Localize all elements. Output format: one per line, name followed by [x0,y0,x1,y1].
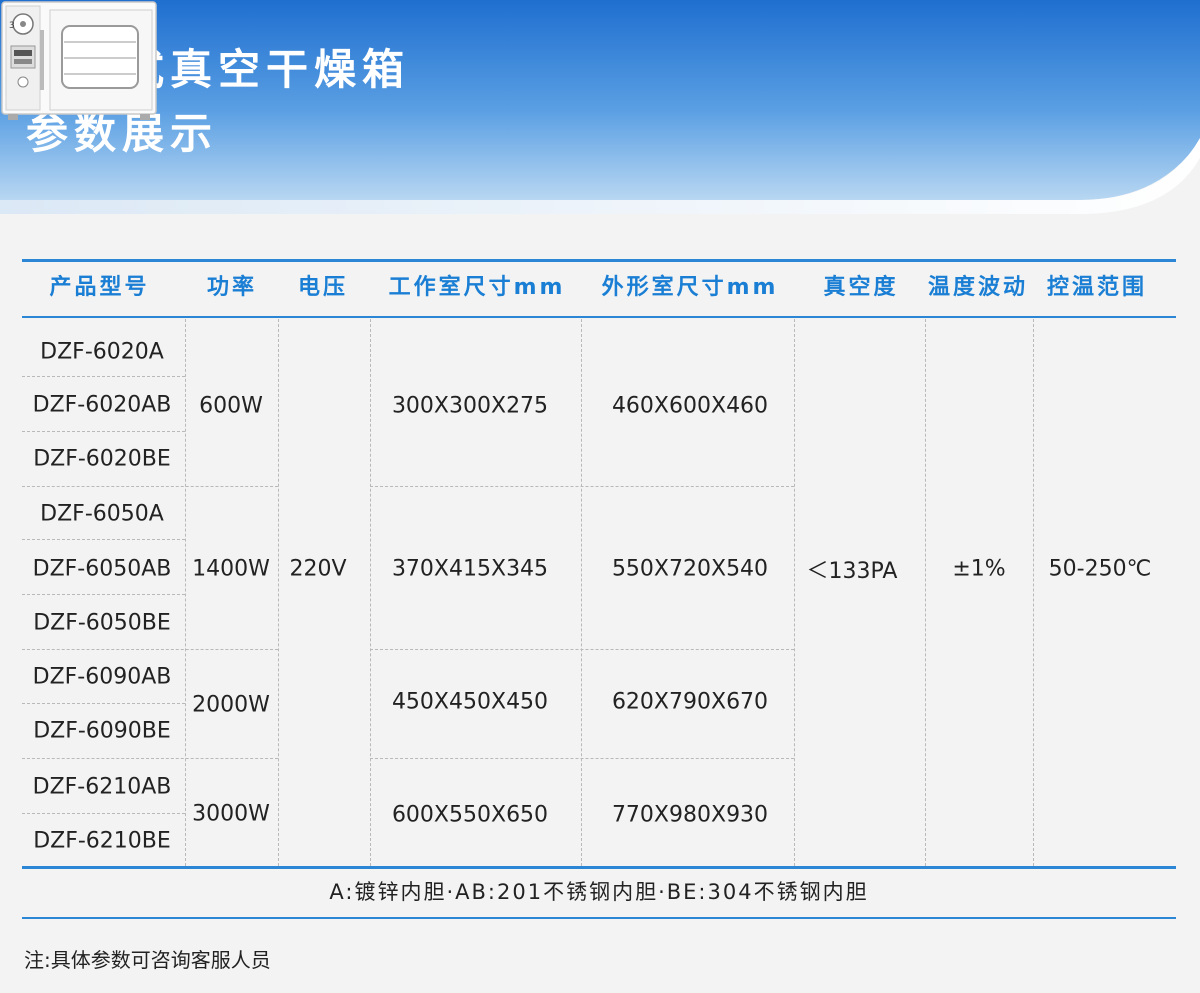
column-divider [278,319,279,866]
header-outer-size: 外形室尺寸mm [601,275,779,300]
header-voltage: 电压 [297,275,348,300]
header-model: 产品型号 [49,275,150,300]
column-divider [1033,319,1034,866]
legend-rule [22,917,1176,919]
row-divider [22,594,185,595]
model-cell: DZF-6210BE [33,828,171,854]
row-divider [22,703,185,704]
column-divider [581,319,582,866]
work-size-cell: 370X415X345 [391,556,549,582]
table-header-rule [22,316,1176,318]
svg-text:3: 3 [9,21,15,31]
power-cell: 600W [199,393,263,419]
row-divider [22,813,185,814]
work-size-cell: 450X450X450 [391,689,549,715]
header-temp-range: 控温范围 [1046,275,1147,300]
header-vacuum: 真空度 [823,275,899,300]
header-work-size: 工作室尺寸mm [388,275,566,300]
power-cell: 3000W [192,801,270,827]
power-cell: 2000W [192,692,270,718]
model-cell: DZF-6020AB [32,392,172,418]
model-cell: DZF-6210AB [32,774,172,800]
row-divider [22,539,185,540]
vacuum-oven-image: 3 [1,1,157,120]
column-divider [185,319,186,866]
power-cell: 1400W [192,556,270,582]
table-bottom-rule [22,866,1176,869]
header-banner: 分体式真空干燥箱 参数展示 3 [0,0,1200,222]
voltage-cell: 220V [289,556,347,582]
header-power: 功率 [206,275,257,300]
column-divider [925,319,926,866]
model-cell: DZF-6020A [40,339,164,365]
model-cell: DZF-6050A [40,501,164,527]
model-cell: DZF-6050BE [33,610,171,636]
group-divider [370,649,794,650]
spec-table: 产品型号 功率 电压 工作室尺寸mm 外形室尺寸mm 真空度 温度波动 控温范围… [22,259,1176,869]
column-divider [370,319,371,866]
group-divider [370,486,794,487]
group-divider [370,758,794,759]
model-cell: DZF-6020BE [33,446,171,472]
outer-size-cell: 460X600X460 [611,393,769,419]
model-cell: DZF-6090BE [33,718,171,744]
group-divider [22,758,278,759]
header-temp-fluctuation: 温度波动 [927,275,1028,300]
model-cell: DZF-6050AB [32,556,172,582]
outer-size-cell: 550X720X540 [611,556,769,582]
outer-size-cell: 770X980X930 [611,802,769,828]
column-divider [794,319,795,866]
outer-size-cell: 620X790X670 [611,689,769,715]
table-top-rule [22,259,1176,262]
row-divider [22,431,185,432]
footnote: 注:具体参数可咨询客服人员 [24,948,271,972]
model-cell: DZF-6090AB [32,664,172,690]
row-divider [22,376,185,377]
temp-range-cell: 50-250℃ [1048,556,1152,582]
work-size-cell: 600X550X650 [391,802,549,828]
vacuum-cell: ＜133PA [806,559,898,584]
group-divider [22,649,278,650]
temp-fluctuation-cell: ±1% [952,556,1006,582]
material-legend: A:镀锌内胆·AB:201不锈钢内胆·BE:304不锈钢内胆 [329,880,869,904]
work-size-cell: 300X300X275 [391,393,549,419]
group-divider [22,486,278,487]
